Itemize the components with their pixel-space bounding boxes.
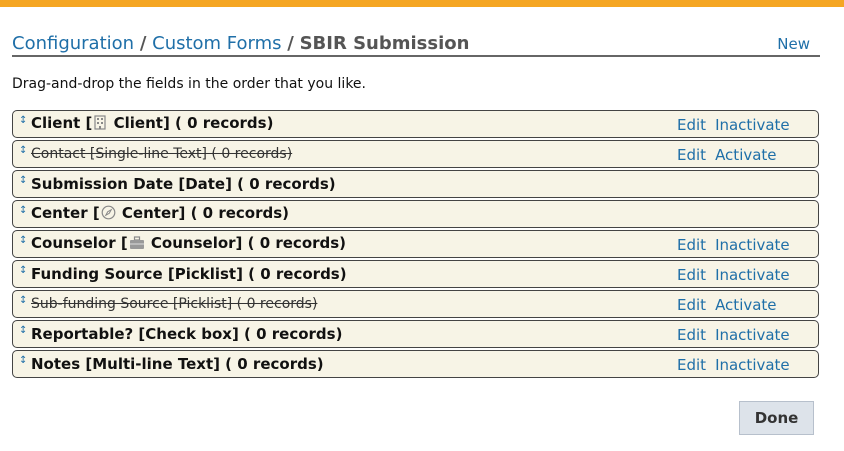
breadcrumb-separator: /	[139, 33, 147, 54]
field-row[interactable]: ↕ Counselor [ Counselor] ( 0 records) Edit…	[12, 230, 819, 258]
field-actions: Edit Activate	[677, 146, 786, 164]
field-actions: Edit Inactivate	[677, 326, 799, 344]
edit-link[interactable]: Edit	[677, 146, 706, 164]
building-icon	[93, 115, 107, 134]
field-label: Funding Source [Picklist] ( 0 records)	[31, 265, 347, 283]
field-label: Center [ Center] ( 0 records)	[31, 204, 289, 224]
drag-handle-icon[interactable]: ↕	[19, 266, 29, 276]
activate-link[interactable]: Activate	[715, 296, 776, 314]
inactivate-link[interactable]: Inactivate	[715, 356, 790, 374]
top-accent-bar	[0, 0, 844, 7]
done-button[interactable]: Done	[739, 401, 814, 435]
drag-handle-icon[interactable]: ↕	[19, 176, 29, 186]
field-label: Contact [Single-line Text] ( 0 records)	[31, 146, 292, 162]
inactivate-link[interactable]: Inactivate	[715, 266, 790, 284]
page-header: Configuration / Custom Forms / SBIR Subm…	[12, 33, 820, 55]
field-actions: Edit Inactivate	[677, 356, 799, 374]
instructions-text: Drag-and-drop the fields in the order th…	[12, 76, 366, 92]
drag-handle-icon[interactable]: ↕	[19, 296, 29, 306]
field-label-text: Center [	[31, 204, 100, 222]
field-row[interactable]: ↕ Notes [Multi-line Text] ( 0 records) Edi…	[12, 350, 819, 378]
field-actions: Edit Inactivate	[677, 266, 799, 284]
field-actions: Edit Inactivate	[677, 236, 799, 254]
field-row[interactable]: ↕ Sub-funding Source [Picklist] ( 0 recor…	[12, 290, 819, 318]
header-divider	[12, 55, 820, 57]
inactivate-link[interactable]: Inactivate	[715, 116, 790, 134]
breadcrumb: Configuration / Custom Forms / SBIR Subm…	[12, 33, 469, 55]
field-actions: Edit Activate	[677, 296, 786, 314]
edit-link[interactable]: Edit	[677, 296, 706, 314]
field-label: Notes [Multi-line Text] ( 0 records)	[31, 355, 324, 373]
drag-handle-icon[interactable]: ↕	[19, 206, 29, 216]
drag-handle-icon[interactable]: ↕	[19, 356, 29, 366]
field-row[interactable]: ↕ Contact [Single-line Text] ( 0 records)…	[12, 140, 819, 168]
field-label-text: Submission Date [Date] ( 0 records)	[31, 175, 336, 193]
breadcrumb-custom-forms[interactable]: Custom Forms	[152, 33, 281, 54]
briefcase-icon	[129, 236, 145, 254]
drag-handle-icon[interactable]: ↕	[19, 236, 29, 246]
field-label: Counselor [ Counselor] ( 0 records)	[31, 234, 346, 254]
field-row[interactable]: ↕ Client [ Client] ( 0 records) Edit Inacti…	[12, 110, 819, 138]
drag-handle-icon[interactable]: ↕	[19, 146, 29, 156]
field-label-text: Notes [Multi-line Text] ( 0 records)	[31, 355, 324, 373]
edit-link[interactable]: Edit	[677, 116, 706, 134]
field-label-text: Sub-funding Source [Picklist] ( 0 record…	[31, 296, 318, 312]
field-label-text: Funding Source [Picklist] ( 0 records)	[31, 265, 347, 283]
drag-handle-icon[interactable]: ↕	[19, 116, 29, 126]
activate-link[interactable]: Activate	[715, 146, 776, 164]
compass-icon	[101, 205, 116, 224]
field-label: Reportable? [Check box] ( 0 records)	[31, 325, 342, 343]
edit-link[interactable]: Edit	[677, 326, 706, 344]
field-label-text: Reportable? [Check box] ( 0 records)	[31, 325, 343, 343]
new-field-link[interactable]: New	[777, 35, 810, 53]
field-list: ↕ Client [ Client] ( 0 records) Edit Inacti…	[12, 110, 820, 380]
edit-link[interactable]: Edit	[677, 236, 706, 254]
breadcrumb-separator: /	[287, 33, 294, 54]
field-label-text: Client [	[31, 114, 93, 132]
drag-handle-icon[interactable]: ↕	[19, 326, 29, 336]
breadcrumb-configuration[interactable]: Configuration	[12, 33, 134, 54]
field-label-text: Center] ( 0 records)	[116, 204, 290, 222]
field-label: Sub-funding Source [Picklist] ( 0 record…	[31, 296, 317, 312]
field-label-text: Contact [Single-line Text] ( 0 records)	[31, 146, 293, 162]
field-label-text: Counselor] ( 0 records)	[145, 234, 347, 252]
field-label-text: Client] ( 0 records)	[108, 114, 274, 132]
inactivate-link[interactable]: Inactivate	[715, 236, 790, 254]
field-row[interactable]: ↕ Reportable? [Check box] ( 0 records) Edi…	[12, 320, 819, 348]
edit-link[interactable]: Edit	[677, 356, 706, 374]
field-actions: Edit Inactivate	[677, 116, 799, 134]
field-row[interactable]: ↕ Submission Date [Date] ( 0 records)	[12, 170, 819, 198]
field-label: Submission Date [Date] ( 0 records)	[31, 175, 336, 193]
field-row[interactable]: ↕ Funding Source [Picklist] ( 0 records) E…	[12, 260, 819, 288]
page-title: SBIR Submission	[299, 33, 470, 54]
edit-link[interactable]: Edit	[677, 266, 706, 284]
field-label-text: Counselor [	[31, 234, 128, 252]
field-label: Client [ Client] ( 0 records)	[31, 114, 273, 134]
field-row[interactable]: ↕ Center [ Center] ( 0 records)	[12, 200, 819, 228]
inactivate-link[interactable]: Inactivate	[715, 326, 790, 344]
